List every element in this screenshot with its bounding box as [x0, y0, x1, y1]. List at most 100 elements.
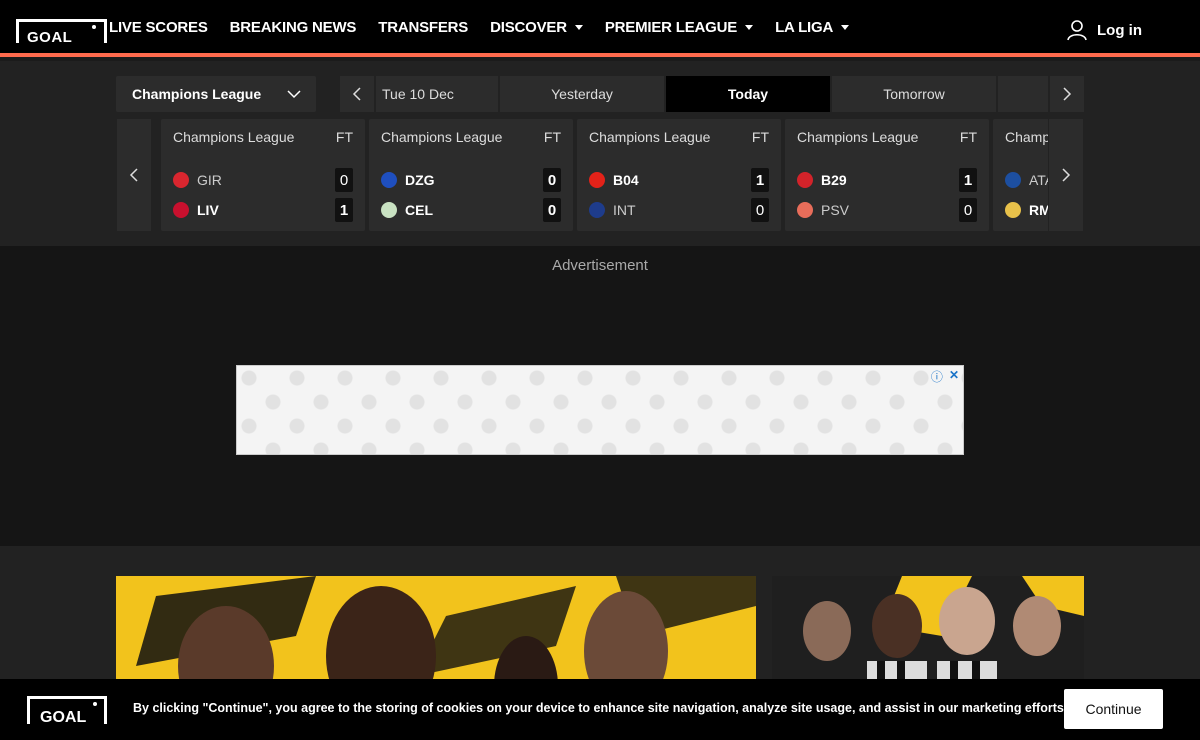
user-icon: [1067, 20, 1087, 41]
main-nav: LIVE SCORES BREAKING NEWS TRANSFERS DISCOVE…: [109, 19, 850, 36]
caret-down-icon: [574, 25, 583, 30]
home-team: GIR: [173, 169, 222, 191]
team-code: LIV: [197, 202, 219, 218]
nav-item-discover[interactable]: DISCOVER: [490, 19, 583, 36]
date-tab-yesterday[interactable]: Yesterday: [500, 76, 664, 112]
chevron-left-icon: [352, 87, 361, 101]
away-score: 1: [335, 198, 353, 222]
team-crest-icon: [797, 202, 813, 218]
home-score: 0: [543, 168, 561, 192]
home-team: B04: [589, 169, 639, 191]
nav-item-la-liga[interactable]: LA LIGA: [775, 19, 850, 36]
ad-close-icon[interactable]: ✕: [949, 368, 959, 385]
cookie-goal-logo: GOAL: [27, 696, 107, 726]
home-score: 1: [751, 168, 769, 192]
match-card[interactable]: Champions League FT B04 1 INT 0: [577, 119, 781, 231]
league-select-value: Champions League: [132, 86, 262, 102]
nav-item-live-scores[interactable]: LIVE SCORES: [109, 19, 208, 36]
match-status: FT: [751, 129, 769, 145]
date-selector: Tue 10 Dec Yesterday Today Tomorrow: [340, 76, 1084, 112]
away-team: CEL: [381, 199, 433, 221]
cookie-logo-dot: [93, 702, 97, 706]
cookie-banner: GOAL By clicking "Continue", you agree t…: [0, 679, 1200, 740]
cookie-message: By clicking "Continue", you agree to the…: [133, 701, 1068, 715]
away-team: INT: [589, 199, 636, 221]
nav-item-breaking-news[interactable]: BREAKING NEWS: [230, 19, 357, 36]
nav-item-label: PREMIER LEAGUE: [604, 19, 738, 36]
team-code: DZG: [405, 172, 435, 188]
ad-label: Advertisement: [552, 257, 648, 274]
nav-item-label: TRANSFERS: [378, 19, 469, 36]
continue-button[interactable]: Continue: [1064, 689, 1163, 729]
date-tab-tomorrow[interactable]: Tomorrow: [832, 76, 996, 112]
chevron-left-icon: [129, 168, 138, 182]
login-button[interactable]: Log in: [1067, 19, 1142, 41]
home-score: 1: [959, 168, 977, 192]
date-next-button[interactable]: [1050, 76, 1084, 112]
team-crest-icon: [797, 172, 813, 188]
date-tab-tue-10-dec[interactable]: Tue 10 Dec: [376, 76, 498, 112]
site-header: GOAL LIVE SCORES BREAKING NEWS TRANSFERS DI…: [0, 0, 1200, 57]
match-league: Champions League: [1005, 129, 1048, 145]
team-crest-icon: [173, 172, 189, 188]
home-team: DZG: [381, 169, 435, 191]
home-team: ATA: [1005, 169, 1048, 191]
date-tab-next[interactable]: [998, 76, 1048, 112]
away-team: LIV: [173, 199, 219, 221]
nav-item-premier-league[interactable]: PREMIER LEAGUE: [604, 19, 754, 36]
team-crest-icon: [173, 202, 189, 218]
home-team: B29: [797, 169, 847, 191]
match-card[interactable]: Champions League FT DZG 0 CEL 0: [369, 119, 573, 231]
team-code: INT: [613, 202, 636, 218]
matches-next-button[interactable]: [1049, 119, 1083, 231]
away-team: RMA: [1005, 199, 1048, 221]
matches-prev-button[interactable]: [117, 119, 151, 231]
nav-item-label: DISCOVER: [490, 19, 567, 36]
away-score: 0: [959, 198, 977, 222]
ad-info-icon[interactable]: ⓘ: [931, 368, 943, 385]
ad-banner[interactable]: ⓘ ✕: [236, 365, 964, 455]
home-score: 0: [335, 168, 353, 192]
match-cards: Champions League FT GIR 0 LIV 1 Champions Leag…: [161, 119, 1048, 231]
match-league: Champions League: [589, 129, 711, 145]
caret-down-icon: [745, 25, 754, 30]
team-code: ATA: [1029, 172, 1048, 188]
date-tab-today[interactable]: Today: [666, 76, 830, 112]
match-card[interactable]: Champions LeagueFTATARMA: [993, 119, 1048, 231]
team-crest-icon: [381, 202, 397, 218]
ad-section: Advertisement ⓘ ✕: [0, 246, 1200, 546]
team-crest-icon: [1005, 172, 1021, 188]
team-crest-icon: [1005, 202, 1021, 218]
goal-logo[interactable]: GOAL: [16, 19, 107, 46]
scores-strip: Champions League Tue 10 Dec Yesterday Toda…: [0, 61, 1200, 246]
team-code: RMA: [1029, 202, 1048, 218]
team-code: GIR: [197, 172, 222, 188]
date-prev-button[interactable]: [340, 76, 374, 112]
nav-item-transfers[interactable]: TRANSFERS: [378, 19, 468, 36]
team-code: B29: [821, 172, 847, 188]
team-code: PSV: [821, 202, 850, 218]
match-card[interactable]: Champions League FT B29 1 PSV 0: [785, 119, 989, 231]
away-score: 0: [543, 198, 561, 222]
match-league: Champions League: [797, 129, 919, 145]
match-league: Champions League: [381, 129, 503, 145]
away-score: 0: [751, 198, 769, 222]
cookie-logo-text: GOAL: [40, 709, 87, 726]
match-status: FT: [543, 129, 561, 145]
logo-text: GOAL: [27, 29, 73, 46]
chevron-down-icon: [287, 90, 301, 99]
team-crest-icon: [589, 172, 605, 188]
away-team: PSV: [797, 199, 849, 221]
caret-down-icon: [841, 25, 850, 30]
team-crest-icon: [589, 202, 605, 218]
team-code: B04: [613, 172, 639, 188]
match-card[interactable]: Champions League FT GIR 0 LIV 1: [161, 119, 365, 231]
match-league: Champions League: [173, 129, 295, 145]
nav-item-label: LIVE SCORES: [109, 19, 208, 36]
logo-dot: [92, 25, 96, 29]
login-label: Log in: [1097, 21, 1142, 39]
chevron-right-icon: [1062, 168, 1071, 182]
team-code: CEL: [405, 202, 433, 218]
match-status: FT: [959, 129, 977, 145]
league-select[interactable]: Champions League: [116, 76, 316, 112]
